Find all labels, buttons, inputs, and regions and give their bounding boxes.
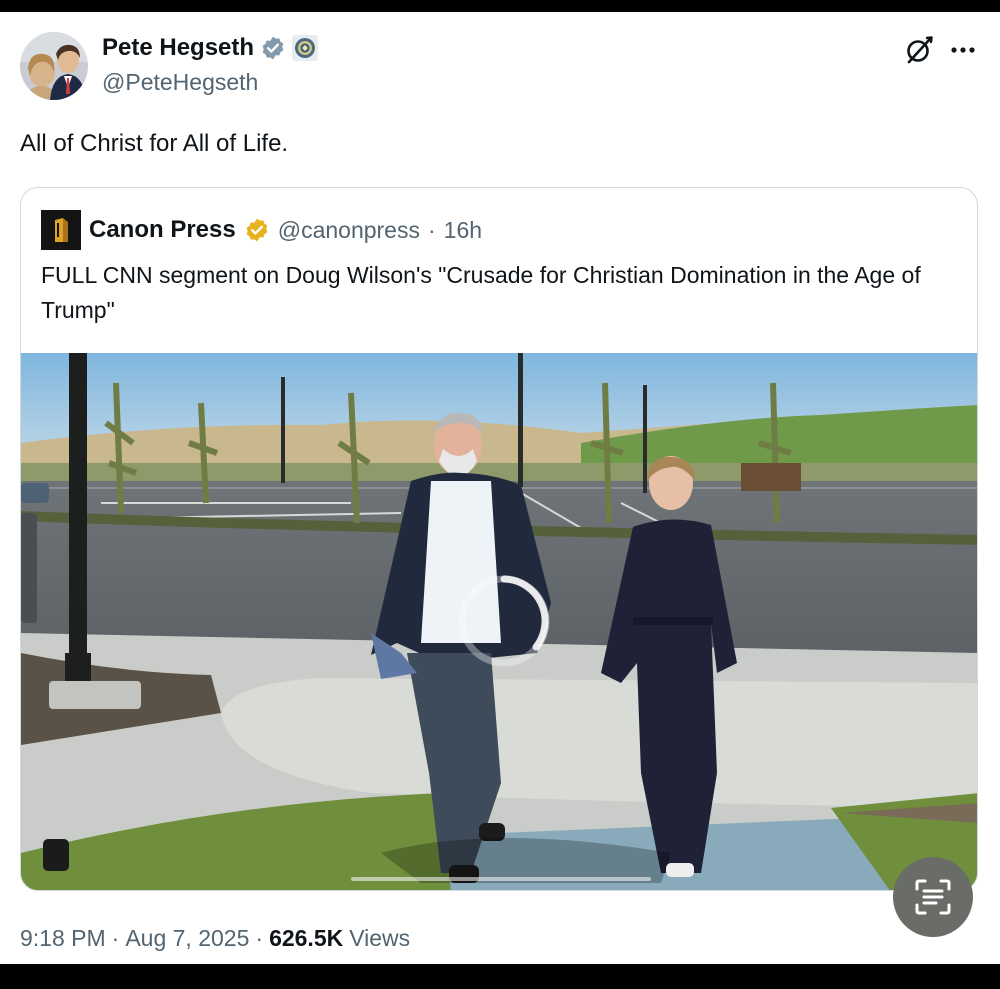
quoted-tweet-text: FULL CNN segment on Doug Wilson's "Crusa… [41, 262, 921, 323]
quoted-tweet[interactable]: Canon Press @canonpress · 16h FULL CNN s… [20, 187, 978, 891]
views-label: Views [349, 925, 411, 951]
blue-check-icon[interactable] [260, 35, 286, 61]
video-player[interactable] [21, 353, 977, 890]
system-bottom-bar [0, 964, 1000, 989]
views-count[interactable]: 626.5K [269, 925, 343, 952]
author-avatar[interactable] [20, 32, 88, 100]
more-icon[interactable] [948, 38, 978, 62]
quoted-tweet-age[interactable]: 16h [444, 217, 482, 244]
tweet-text: All of Christ for All of Life. [20, 130, 289, 157]
separator-dot: · [427, 216, 436, 243]
tweet-time[interactable]: 9:18 PM [20, 925, 106, 952]
tweet-date[interactable]: Aug 7, 2025 [125, 925, 249, 952]
author-name-row: Pete Hegseth [102, 34, 319, 62]
separator-dot: · [255, 925, 264, 951]
gold-check-icon[interactable] [244, 217, 270, 243]
tweet-card: Pete Hegseth @PeteHegseth All of Christ … [0, 12, 1000, 964]
tweet-meta: 9:18 PM · Aug 7, 2025 · 626.5K Views [20, 925, 410, 952]
quoted-author-avatar[interactable] [41, 210, 81, 250]
author-display-name[interactable]: Pete Hegseth [102, 34, 254, 62]
quoted-author-display-name[interactable]: Canon Press [89, 216, 236, 244]
author-handle[interactable]: @PeteHegseth [102, 69, 258, 96]
quoted-tweet-header: Canon Press @canonpress · 16h [41, 210, 482, 250]
separator-dot: · [111, 925, 120, 951]
grok-icon[interactable] [903, 34, 935, 66]
quoted-author-handle[interactable]: @canonpress [278, 217, 420, 244]
google-lens-icon[interactable] [893, 857, 973, 937]
dod-seal-icon[interactable] [292, 35, 319, 61]
